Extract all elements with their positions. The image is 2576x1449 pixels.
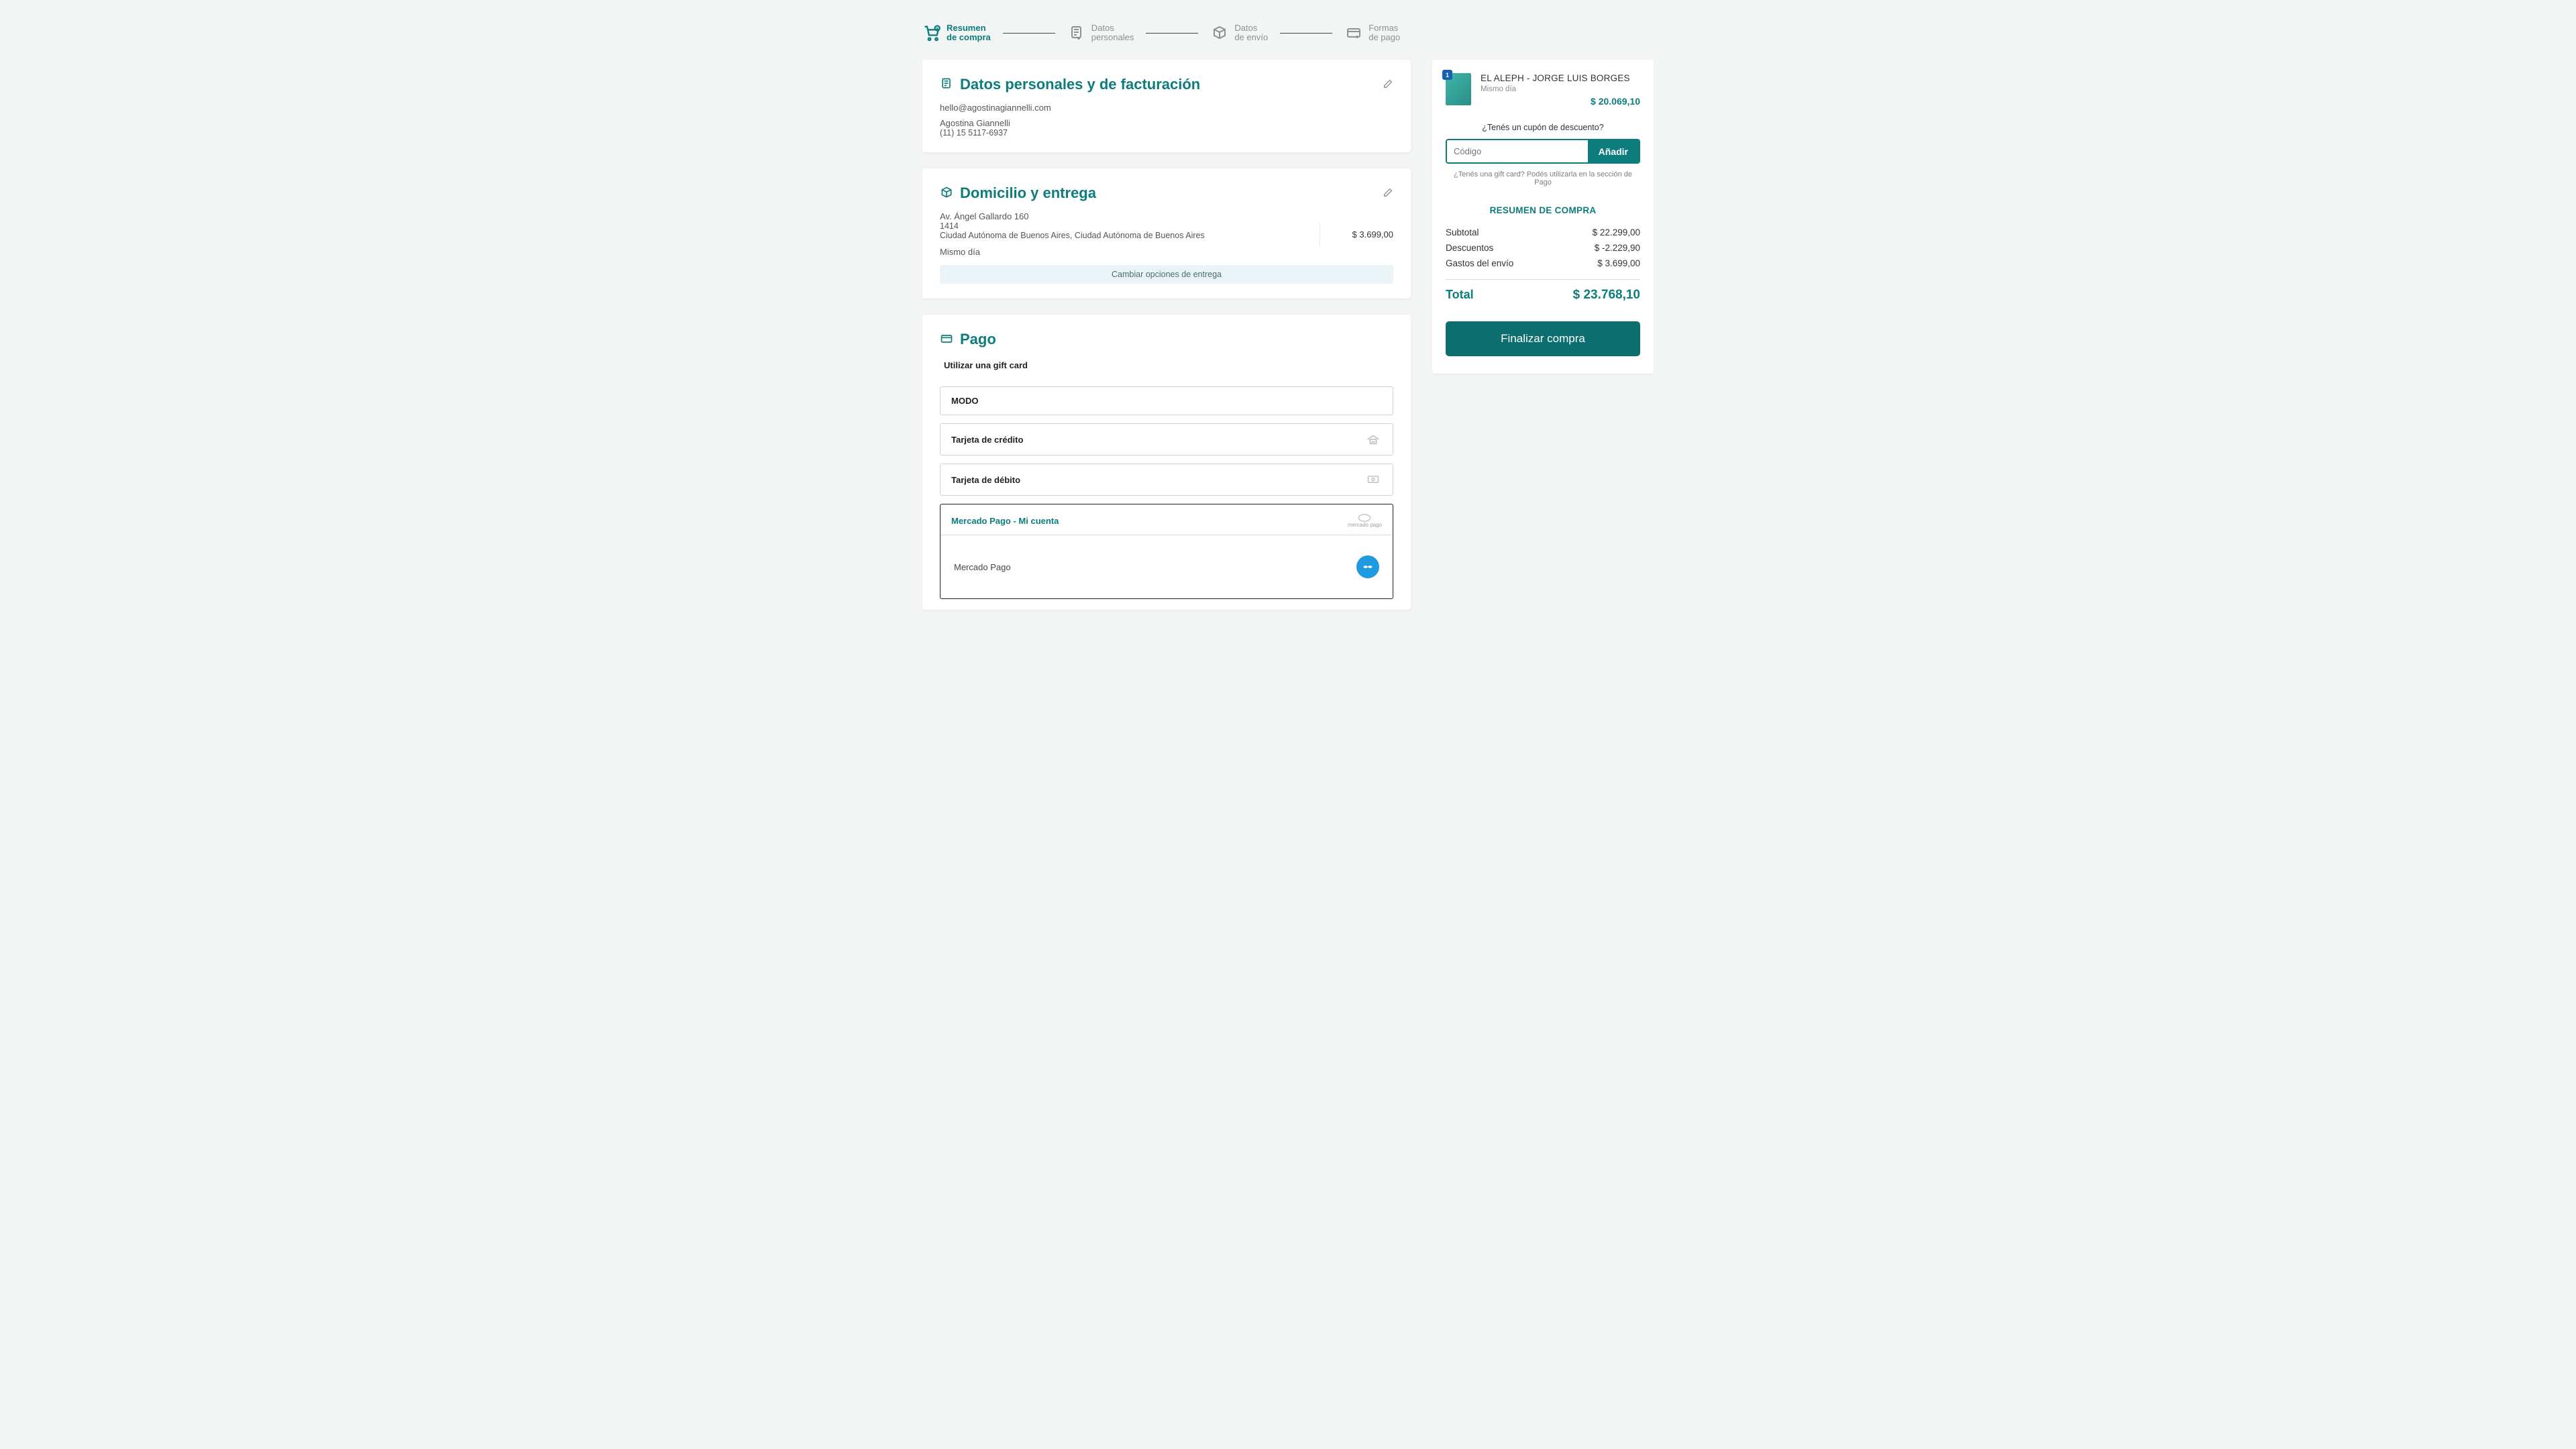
cart-icon <box>922 23 941 42</box>
summary-row-subtotal: Subtotal $ 22.299,00 <box>1446 225 1640 240</box>
finish-purchase-button[interactable]: Finalizar compra <box>1446 321 1640 356</box>
payment-title: Pago <box>960 331 996 348</box>
payment-giftcard-option[interactable]: Utilizar una gift card <box>940 358 1393 378</box>
edit-personal-button[interactable] <box>1383 78 1393 91</box>
row-value: $ -2.229,90 <box>1595 243 1640 253</box>
personal-phone: (11) 15 5117-6937 <box>940 128 1393 138</box>
step-datos-envio[interactable]: Datosde envío <box>1210 23 1268 42</box>
summary-title: RESUMEN DE COMPRA <box>1446 205 1640 215</box>
handshake-icon <box>1356 555 1379 578</box>
row-value: $ 3.699,00 <box>1597 258 1640 268</box>
step-label: Formas <box>1368 23 1400 33</box>
checkout-stepper: Resumende compra Datospersonales Datosde… <box>922 23 1654 42</box>
total-value: $ 23.768,10 <box>1573 288 1640 303</box>
row-value: $ 22.299,00 <box>1593 227 1640 237</box>
step-label: Datos <box>1234 23 1268 33</box>
product-thumbnail: 1 <box>1446 73 1471 105</box>
payment-label: Tarjeta de débito <box>951 475 1020 485</box>
step-label: de compra <box>947 33 991 42</box>
coupon-question: ¿Tenés un cupón de descuento? <box>1446 123 1640 132</box>
divider <box>1446 279 1640 280</box>
shipping-price: $ 3.699,00 <box>1320 223 1393 246</box>
payment-modo-option[interactable]: MODO <box>940 386 1393 415</box>
coupon-input[interactable] <box>1447 140 1588 162</box>
summary-row-discount: Descuentos $ -2.229,90 <box>1446 240 1640 256</box>
card-icon <box>940 332 953 347</box>
step-label: de envío <box>1234 33 1268 42</box>
row-label: Descuentos <box>1446 243 1493 253</box>
box-icon <box>1210 23 1229 42</box>
payment-card: Pago Utilizar una gift card MODO Tarjeta… <box>922 315 1411 610</box>
step-formas-pago[interactable]: Formasde pago <box>1344 23 1400 42</box>
mercadopago-body-label: Mercado Pago <box>954 562 1011 572</box>
step-label: Resumen <box>947 23 991 33</box>
summary-total: Total $ 23.768,10 <box>1446 288 1640 303</box>
change-shipping-button[interactable]: Cambiar opciones de entrega <box>940 265 1393 284</box>
step-divider <box>1003 33 1055 34</box>
product-price: $ 20.069,10 <box>1481 96 1640 107</box>
box-icon <box>940 186 953 201</box>
address-city: Ciudad Autónoma de Buenos Aires, Ciudad … <box>940 231 1320 240</box>
payment-credit-option[interactable]: Tarjeta de crédito <box>940 423 1393 455</box>
step-datos-personales[interactable]: Datospersonales <box>1067 23 1134 42</box>
mercadopago-brand-icon: mercado pago <box>1348 514 1382 528</box>
shipping-when: Mismo día <box>940 247 1320 257</box>
step-label: de pago <box>1368 33 1400 42</box>
step-resumen[interactable]: Resumende compra <box>922 23 991 42</box>
coupon-add-button[interactable]: Añadir <box>1588 140 1639 162</box>
total-label: Total <box>1446 288 1474 302</box>
personal-title: Datos personales y de facturación <box>960 76 1200 93</box>
shipping-title: Domicilio y entrega <box>960 184 1096 202</box>
row-label: Subtotal <box>1446 227 1479 237</box>
step-label: Datos <box>1091 23 1134 33</box>
step-divider <box>1280 33 1332 34</box>
payment-label: Tarjeta de crédito <box>951 435 1023 445</box>
personal-email: hello@agostinagiannelli.com <box>940 103 1393 113</box>
qty-badge: 1 <box>1442 70 1452 80</box>
cart-item: 1 EL ALEPH - JORGE LUIS BORGES Mismo día… <box>1446 73 1640 107</box>
product-title: EL ALEPH - JORGE LUIS BORGES <box>1481 73 1640 83</box>
address-zip: 1414 <box>940 221 1320 231</box>
edit-shipping-button[interactable] <box>1383 187 1393 200</box>
row-label: Gastos del envío <box>1446 258 1513 268</box>
shipping-card: Domicilio y entrega Av. Ángel Gallardo 1… <box>922 168 1411 299</box>
coupon-form: Añadir <box>1446 139 1640 164</box>
form-icon <box>940 77 953 93</box>
payment-label: Mercado Pago - Mi cuenta <box>951 516 1059 526</box>
payment-label: MODO <box>951 396 978 406</box>
card-icon <box>1344 23 1363 42</box>
form-icon <box>1067 23 1086 42</box>
cash-icon <box>1364 473 1382 486</box>
summary-row-shipping: Gastos del envío $ 3.699,00 <box>1446 256 1640 271</box>
personal-name: Agostina Giannelli <box>940 118 1393 128</box>
step-label: personales <box>1091 33 1134 42</box>
product-shipping: Mismo día <box>1481 85 1640 93</box>
order-summary-sidebar: 1 EL ALEPH - JORGE LUIS BORGES Mismo día… <box>1432 60 1654 374</box>
step-divider <box>1146 33 1198 34</box>
address-line1: Av. Ángel Gallardo 160 <box>940 211 1320 221</box>
payment-label: Utilizar una gift card <box>944 360 1028 370</box>
giftcard-hint: ¿Tenés una gift card? Podés utilizarla e… <box>1446 170 1640 186</box>
credit-card-icon <box>1364 433 1382 446</box>
personal-card: Datos personales y de facturación hello@… <box>922 60 1411 152</box>
payment-mercadopago-option[interactable]: Mercado Pago - Mi cuenta mercado pago Me… <box>940 504 1393 599</box>
payment-debit-option[interactable]: Tarjeta de débito <box>940 464 1393 496</box>
